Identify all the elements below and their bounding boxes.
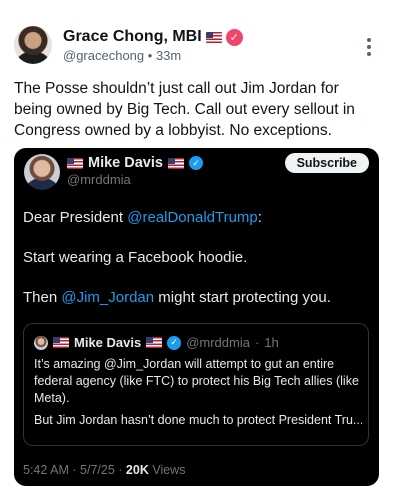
author-meta: @gracechong • 33m xyxy=(63,48,181,63)
mention-realdonaldtrump[interactable]: @realDonaldTrump xyxy=(127,209,258,226)
quote-text: It’s amazing @Jim_Jordan will attempt to… xyxy=(34,357,359,405)
embed-footer: 5:42 AM · 5/7/25 · 20K Views xyxy=(23,463,185,477)
post-header: Grace Chong, MBI ✓ @gracechong • 33m xyxy=(14,26,379,66)
embed-line-1: Dear President @realDonaldTrump: xyxy=(23,209,262,226)
author-avatar[interactable] xyxy=(14,26,52,64)
quote-author-handle: @mrddmia xyxy=(186,335,250,350)
embed-time: 5:42 AM xyxy=(23,463,69,477)
footer-dot-2: · xyxy=(118,463,123,477)
verified-badge-icon: ✓ xyxy=(225,28,243,46)
quote-author-name: Mike Davis xyxy=(74,335,142,350)
quote-author-avatar xyxy=(34,336,48,350)
embed-author-name-row: Mike Davis ✓ xyxy=(67,155,203,171)
quote-separator: · xyxy=(254,335,260,350)
views-count: 20K xyxy=(125,463,149,477)
more-vertical-icon[interactable] xyxy=(367,38,373,56)
embed-author-avatar[interactable] xyxy=(24,154,60,190)
post-text: The Posse shouldn’t just call out Jim Jo… xyxy=(14,80,355,139)
author-name-row: Grace Chong, MBI ✓ xyxy=(63,28,243,46)
author-name[interactable]: Grace Chong, MBI xyxy=(63,28,202,46)
us-flag-icon xyxy=(167,157,184,169)
subscribe-button[interactable]: Subscribe xyxy=(284,153,369,173)
embed-author-handle[interactable]: @mrddmia xyxy=(67,172,131,187)
embed-line-3: Then @Jim_Jordan might start protecting … xyxy=(23,289,331,306)
post-time[interactable]: 33m xyxy=(156,48,181,63)
views-label: Views xyxy=(152,463,186,477)
us-flag-icon xyxy=(53,337,69,348)
quote-author-row: Mike Davis ✓ @mrddmia · 1h xyxy=(53,335,279,350)
quote-text-continued: But Jim Jordan hasn’t done much to prote… xyxy=(34,413,362,427)
embed-author-name[interactable]: Mike Davis xyxy=(88,155,163,171)
author-handle[interactable]: @gracechong xyxy=(63,48,144,63)
embed-line-3-prefix: Then xyxy=(23,289,62,306)
us-flag-icon xyxy=(67,157,83,169)
us-flag-icon xyxy=(146,337,163,348)
footer-dot-1: · xyxy=(72,463,77,477)
embed-line-1-prefix: Dear President xyxy=(23,209,128,226)
blue-verified-icon: ✓ xyxy=(167,335,182,350)
embed-line-2: Start wearing a Facebook hoodie. xyxy=(23,249,248,266)
mention-jim-jordan[interactable]: @Jim_Jordan xyxy=(61,289,154,306)
quote-time: 1h xyxy=(264,335,279,350)
blue-verified-icon: ✓ xyxy=(188,156,203,170)
embedded-post[interactable]: Mike Davis ✓ @mrddmia Subscribe Dear Pre… xyxy=(14,148,379,486)
quoted-post[interactable]: Mike Davis ✓ @mrddmia · 1h It’s amazing … xyxy=(23,323,369,446)
embed-line-1-suffix: : xyxy=(257,209,262,226)
embed-line-3-suffix: might start protecting you. xyxy=(154,289,331,306)
us-flag-icon xyxy=(205,31,222,43)
embed-date: 5/7/25 xyxy=(80,463,115,477)
meta-separator: • xyxy=(147,48,153,63)
